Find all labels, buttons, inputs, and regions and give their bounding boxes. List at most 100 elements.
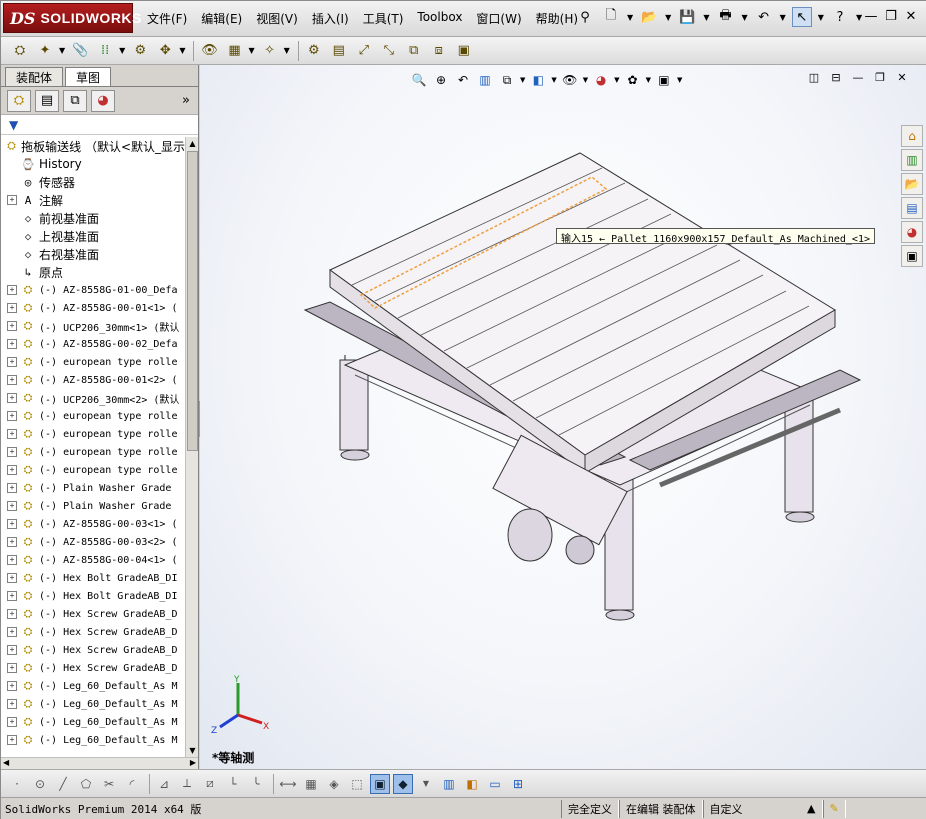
tree-horizontal-scrollbar[interactable]: ◀ ▶ (1, 757, 198, 769)
dimension-icon[interactable]: ⟷ (278, 774, 298, 794)
tree-root-assembly[interactable]: ⛭ 拖板输送线 （默认<默认_显示 (1, 137, 185, 155)
features-dropdown-icon[interactable]: ▼ (248, 46, 254, 55)
minimize-icon[interactable]: — (861, 9, 881, 24)
tree-component-row[interactable]: + ⛭ (-) Hex Screw GradeAB_D (1, 641, 185, 659)
menu-tools[interactable]: 工具(T) (363, 10, 404, 27)
mate-icon[interactable]: 📎 (69, 40, 91, 62)
menu-toolbox[interactable]: Toolbox (417, 10, 462, 27)
new-part-dropdown-icon[interactable]: ▼ (59, 46, 65, 55)
tree-item-row[interactable]: + A 注解 (1, 191, 185, 209)
instant3d-icon[interactable]: ▣ (453, 40, 475, 62)
tree-item-row[interactable]: ◇ 右视基准面 (1, 245, 185, 263)
single-view-icon[interactable]: ▭ (485, 774, 505, 794)
expand-toggle-icon[interactable]: + (7, 645, 17, 655)
expand-toggle-icon[interactable]: + (7, 609, 17, 619)
circle-icon[interactable]: ⊙ (30, 774, 50, 794)
point-icon[interactable]: · (7, 774, 27, 794)
offset-icon[interactable]: ⟂ (177, 774, 197, 794)
save-dropdown-icon[interactable]: ▼ (703, 13, 709, 22)
funnel-icon[interactable]: ▼ (9, 118, 18, 132)
more-tabs-icon[interactable]: » (182, 93, 190, 108)
trim-icon[interactable]: ✂ (99, 774, 119, 794)
expand-toggle-icon[interactable]: + (7, 501, 17, 511)
move-component-icon[interactable]: ✥ (154, 40, 176, 62)
new-part-icon[interactable]: ✦ (34, 40, 56, 62)
fillet-icon[interactable]: ╰ (246, 774, 266, 794)
tree-component-row[interactable]: + ⛭ (-) AZ-8558G-00-01<2> ( (1, 371, 185, 389)
linear-pattern-icon[interactable]: ⁞⁞ (94, 40, 116, 62)
tree-component-row[interactable]: + ⛭ (-) Hex Screw GradeAB_D (1, 659, 185, 677)
solidworks-logo[interactable]: DS SOLIDWORKS (3, 3, 141, 33)
graphics-area[interactable]: 🔍 ⊕ ↶ ▥ ⧉ ▼ ◧ ▼ 👁 ▼ ◕ ▼ ✿ ▼ ▣ ▼ ◫ ⊟ — ❐ ✕ ⌂ ▥ … (200, 65, 926, 769)
feature-manager-icon[interactable]: ⛭ (7, 89, 31, 112)
tree-component-row[interactable]: + ⛭ (-) Leg_60_Default_As M (1, 713, 185, 731)
pattern-dropdown-icon[interactable]: ▼ (119, 46, 125, 55)
configuration-manager-icon[interactable]: ⧉ (63, 89, 87, 112)
expand-toggle-icon[interactable]: + (7, 591, 17, 601)
tree-component-row[interactable]: + ⛭ (-) UCP206_30mm<2> (默认 (1, 389, 185, 407)
menu-window[interactable]: 窗口(W) (476, 10, 521, 27)
expand-toggle-icon[interactable]: + (7, 375, 17, 385)
expand-toggle-icon[interactable]: + (7, 573, 17, 583)
open-folder-icon[interactable]: 📂 (639, 7, 659, 27)
tree-component-row[interactable]: + ⛭ (-) AZ-8558G-00-03<1> ( (1, 515, 185, 533)
tree-filter[interactable]: ▼ (1, 115, 198, 135)
expand-toggle-icon[interactable]: + (7, 537, 17, 547)
tree-component-row[interactable]: + ⛭ (-) european type rolle (1, 443, 185, 461)
clearance-verification-icon[interactable]: ⧈ (428, 40, 450, 62)
insert-component-icon[interactable]: ⛭ (9, 40, 31, 62)
mirror-icon[interactable]: ⊿ (154, 774, 174, 794)
interference-detection-icon[interactable]: ⧉ (403, 40, 425, 62)
tree-component-row[interactable]: + ⛭ (-) AZ-8558G-00-04<1> ( (1, 551, 185, 569)
pin-icon[interactable]: ⚲ (575, 7, 595, 27)
expand-toggle-icon[interactable]: + (7, 717, 17, 727)
polygon-icon[interactable]: ⬠ (76, 774, 96, 794)
new-dropdown-icon[interactable]: ▼ (627, 13, 633, 22)
tree-item-row[interactable]: ⌚ History (1, 155, 185, 173)
expand-toggle-icon[interactable]: + (7, 519, 17, 529)
show-hidden-icon[interactable]: 👁 (198, 40, 220, 62)
rebuild-icon[interactable]: ✎ (822, 799, 846, 818)
expand-toggle-icon[interactable]: + (7, 483, 17, 493)
menu-view[interactable]: 视图(V) (256, 10, 298, 27)
save-icon[interactable]: 💾 (677, 7, 697, 27)
expand-toggle-icon[interactable]: + (7, 663, 17, 673)
tree-vertical-scrollbar[interactable]: ▲ ▼ (185, 137, 198, 757)
scroll-left-icon[interactable]: ◀ (3, 758, 9, 767)
section-icon[interactable]: ▥ (439, 774, 459, 794)
expand-toggle-icon[interactable]: + (7, 393, 17, 403)
tree-component-row[interactable]: + ⛭ (-) Hex Screw GradeAB_D (1, 605, 185, 623)
tab-sketch[interactable]: 草图 (65, 67, 112, 86)
four-view-icon[interactable]: ⊞ (508, 774, 528, 794)
expand-toggle-icon[interactable]: + (7, 357, 17, 367)
expand-toggle-icon[interactable]: + (7, 303, 17, 313)
print-dropdown-icon[interactable]: ▼ (741, 13, 747, 22)
line-icon[interactable]: ╱ (53, 774, 73, 794)
shaded-sketch-icon[interactable]: ◈ (324, 774, 344, 794)
expand-toggle-icon[interactable]: + (7, 195, 17, 205)
grid-icon[interactable]: ▦ (301, 774, 321, 794)
tab-assembly[interactable]: 装配体 (5, 67, 64, 86)
tree-component-row[interactable]: + ⛭ (-) european type rolle (1, 407, 185, 425)
expand-toggle-icon[interactable]: + (7, 465, 17, 475)
scroll-down-icon[interactable]: ▼ (186, 744, 199, 757)
corner-icon[interactable]: └ (223, 774, 243, 794)
exploded-view-icon[interactable]: ⤢ (353, 40, 375, 62)
scroll-thumb[interactable] (187, 151, 198, 451)
tree-component-row[interactable]: + ⛭ (-) UCP206_30mm<1> (默认 (1, 317, 185, 335)
tree-component-row[interactable]: + ⛭ (-) Leg_60_Default_As M (1, 695, 185, 713)
arc-icon[interactable]: ◜ (122, 774, 142, 794)
scroll-right-icon[interactable]: ▶ (190, 758, 196, 767)
tree-component-row[interactable]: + ⛭ (-) european type rolle (1, 353, 185, 371)
expand-toggle-icon[interactable]: + (7, 447, 17, 457)
smart-fasteners-icon[interactable]: ⚙ (129, 40, 151, 62)
tree-item-row[interactable]: ↳ 原点 (1, 263, 185, 281)
tree-component-row[interactable]: + ⛭ (-) Plain Washer Grade (1, 479, 185, 497)
select-cursor-icon[interactable]: ↖ (791, 7, 812, 27)
tree-item-row[interactable]: ◎ 传感器 (1, 173, 185, 191)
display-manager-icon[interactable]: ◕ (91, 89, 115, 112)
tree-component-row[interactable]: + ⛭ (-) AZ-8558G-00-02_Defa (1, 335, 185, 353)
tree-item-row[interactable]: ◇ 前视基准面 (1, 209, 185, 227)
display-state-icon[interactable]: ◧ (462, 774, 482, 794)
expand-toggle-icon[interactable]: + (7, 285, 17, 295)
